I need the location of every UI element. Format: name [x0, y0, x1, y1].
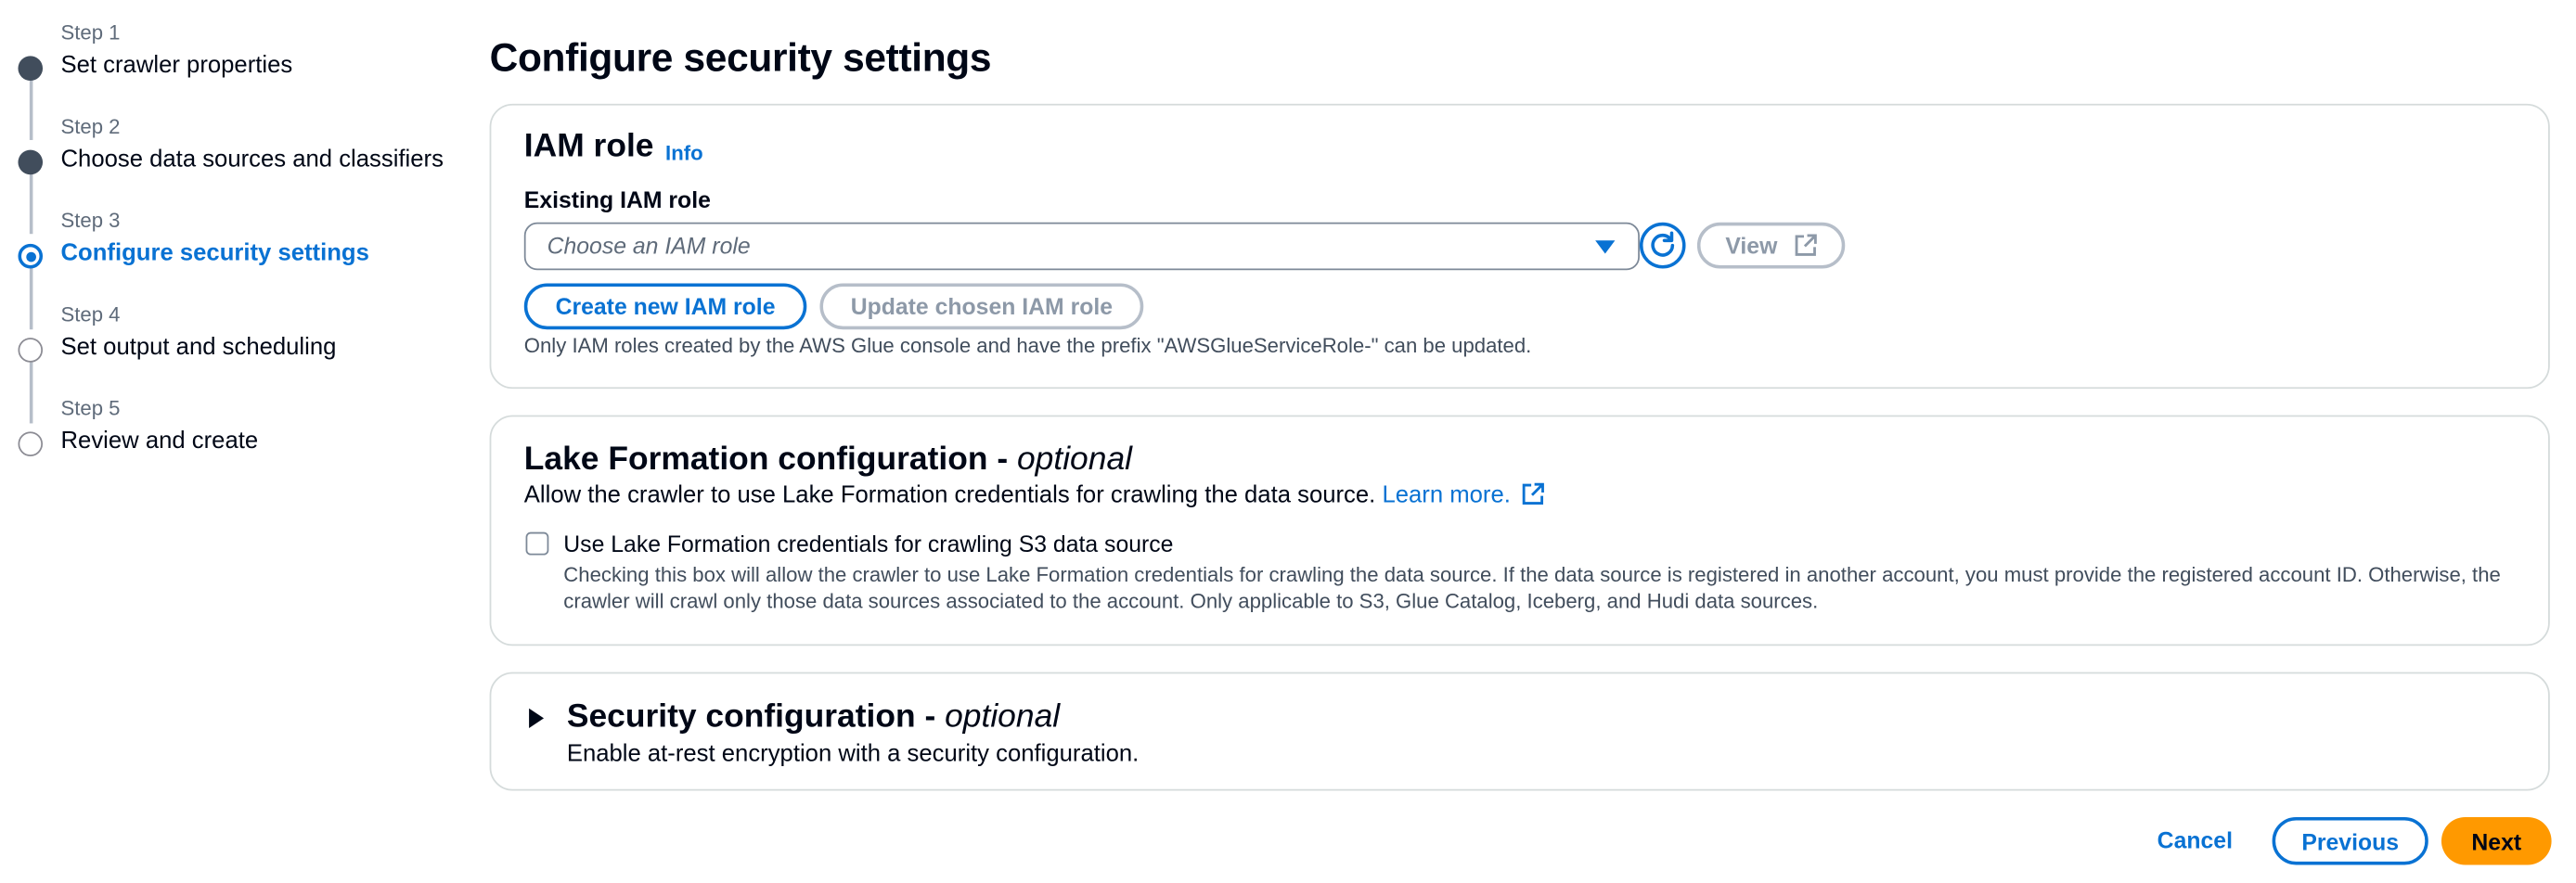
security-configuration-heading[interactable]: Security configuration - optional: [567, 698, 1060, 736]
lake-formation-checkbox[interactable]: [525, 531, 549, 556]
step-connector: [29, 73, 32, 140]
external-link-icon[interactable]: [1522, 482, 1545, 505]
step-label: Review and create: [60, 428, 259, 455]
iam-role-heading: IAM role: [523, 128, 654, 165]
step-connector: [29, 263, 32, 330]
lake-formation-checkbox-label[interactable]: Use Lake Formation credentials for crawl…: [563, 531, 1173, 557]
previous-button[interactable]: Previous: [2272, 816, 2428, 865]
security-configuration-description: Enable at-rest encryption with a securit…: [566, 741, 1140, 768]
refresh-icon: [1651, 231, 1675, 257]
iam-role-placeholder: Choose an IAM role: [547, 232, 751, 259]
view-label: View: [1725, 232, 1778, 259]
iam-role-panel: IAM role Info Existing IAM role Choose a…: [489, 103, 2550, 390]
iam-help-text: Only IAM roles created by the AWS Glue c…: [523, 334, 1532, 358]
step-pending-icon: [18, 338, 44, 363]
step-number: Step 3: [60, 209, 121, 233]
step-label: Set output and scheduling: [60, 334, 337, 361]
iam-role-select[interactable]: Choose an IAM role: [523, 222, 1640, 271]
step-number: Step 5: [60, 397, 121, 420]
security-configuration-panel[interactable]: Security configuration - optional Enable…: [489, 672, 2550, 791]
lake-formation-description: Allow the crawler to use Lake Formation …: [524, 482, 1545, 509]
step-current-icon: [18, 243, 44, 269]
step-complete-icon: [18, 149, 44, 175]
step-complete-icon: [18, 56, 44, 82]
refresh-button[interactable]: [1639, 222, 1686, 269]
step-label[interactable]: Choose data sources and classifiers: [61, 147, 444, 173]
step-connector: [29, 168, 32, 235]
step-pending-icon: [18, 431, 44, 456]
step-number: Step 1: [60, 21, 121, 45]
existing-iam-role-label: Existing IAM role: [523, 186, 711, 213]
external-link-icon: [1795, 234, 1817, 256]
lake-formation-heading: Lake Formation configuration - optional: [523, 441, 1133, 479]
view-role-button[interactable]: View: [1696, 222, 1846, 269]
next-button[interactable]: Next: [2441, 816, 2552, 865]
lake-formation-panel: Lake Formation configuration - optional …: [489, 415, 2550, 646]
cancel-button[interactable]: Cancel: [2157, 827, 2233, 853]
expand-caret-icon[interactable]: [529, 708, 545, 729]
step-connector: [29, 357, 32, 424]
lake-formation-checkbox-description: Checking this box will allow the crawler…: [563, 563, 2501, 613]
caret-down-icon: [1595, 240, 1616, 254]
learn-more-link[interactable]: Learn more.: [1382, 482, 1510, 508]
create-iam-role-button[interactable]: Create new IAM role: [523, 283, 807, 330]
page-title: Configure security settings: [489, 36, 992, 82]
step-label[interactable]: Set crawler properties: [61, 53, 293, 79]
step-number: Step 4: [60, 302, 121, 326]
update-iam-role-button[interactable]: Update chosen IAM role: [819, 283, 1144, 330]
iam-info-link[interactable]: Info: [665, 142, 703, 165]
step-number: Step 2: [60, 115, 121, 139]
step-label-current: Configure security settings: [60, 240, 369, 267]
